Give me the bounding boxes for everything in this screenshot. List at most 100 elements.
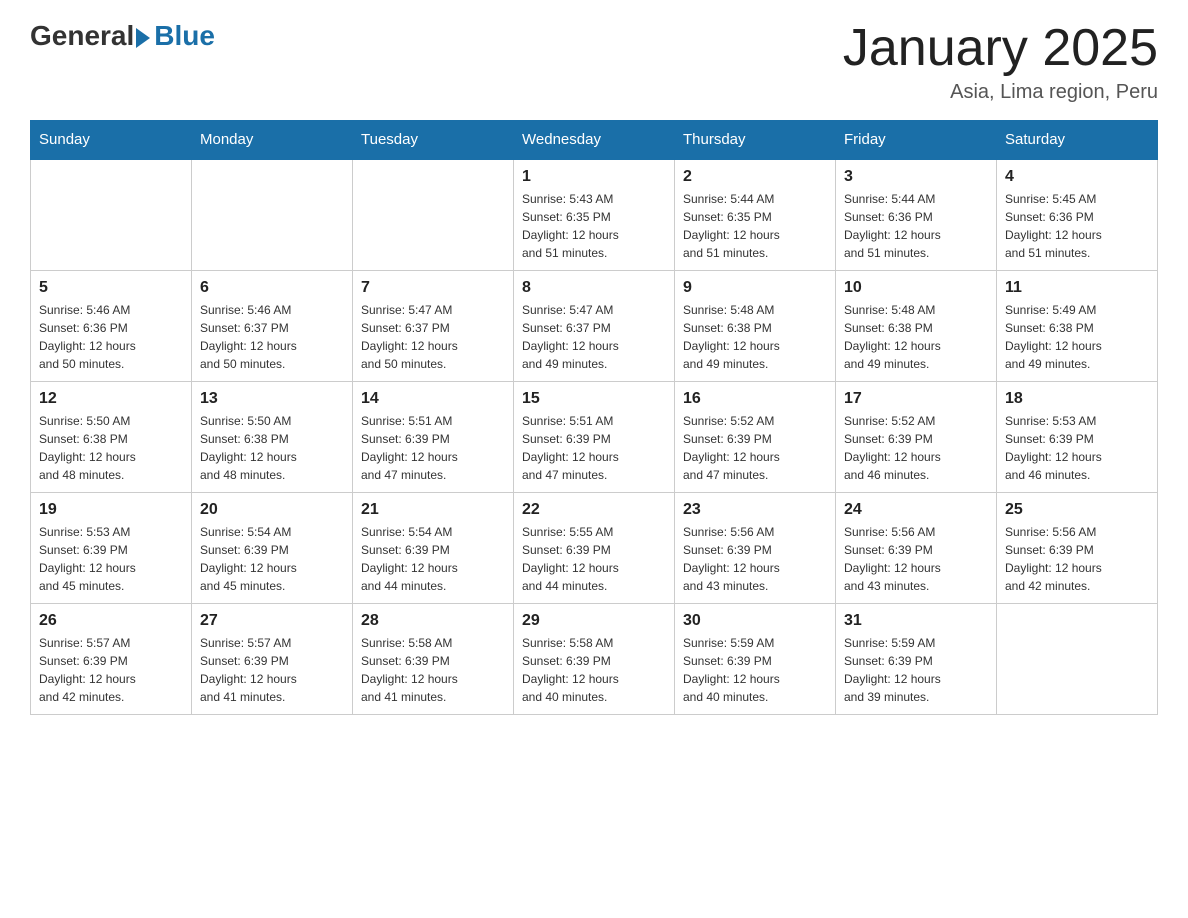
day-number: 9 [683,279,827,297]
week-row-3: 12Sunrise: 5:50 AM Sunset: 6:38 PM Dayli… [31,382,1158,493]
day-number: 23 [683,501,827,519]
day-number: 1 [522,168,666,186]
day-info: Sunrise: 5:47 AM Sunset: 6:37 PM Dayligh… [522,301,666,373]
day-info: Sunrise: 5:44 AM Sunset: 6:35 PM Dayligh… [683,190,827,262]
day-info: Sunrise: 5:44 AM Sunset: 6:36 PM Dayligh… [844,190,988,262]
day-info: Sunrise: 5:48 AM Sunset: 6:38 PM Dayligh… [844,301,988,373]
day-number: 19 [39,501,183,519]
day-cell: 8 Sunrise: 5:47 AM Sunset: 6:37 PM Daylig… [514,271,675,382]
day-number: 8 [522,279,666,297]
day-info: Sunrise: 5:55 AM Sunset: 6:39 PM Dayligh… [522,523,666,595]
header-day-friday: Friday [836,121,997,160]
day-info: Sunrise: 5:52 AM Sunset: 6:39 PM Dayligh… [844,412,988,484]
day-cell: 21 Sunrise: 5:54 AM Sunset: 6:39 PM Dayli… [353,493,514,604]
day-cell: 2 Sunrise: 5:44 AM Sunset: 6:35 PM Daylig… [675,159,836,271]
day-info: Sunrise: 5:48 AM Sunset: 6:38 PM Dayligh… [683,301,827,373]
header-day-tuesday: Tuesday [353,121,514,160]
day-number: 28 [361,612,505,630]
day-cell: 15Sunrise: 5:51 AM Sunset: 6:39 PM Dayli… [514,382,675,493]
day-cell: 29 Sunrise: 5:58 AM Sunset: 6:39 PM Dayli… [514,604,675,715]
day-cell: 10 Sunrise: 5:48 AM Sunset: 6:38 PM Dayli… [836,271,997,382]
day-number: 7 [361,279,505,297]
day-info: Sunrise: 5:54 AM Sunset: 6:39 PM Dayligh… [200,523,344,595]
day-cell [192,159,353,271]
day-cell: 31Sunrise: 5:59 AM Sunset: 6:39 PM Dayli… [836,604,997,715]
day-cell [31,159,192,271]
calendar-table: SundayMondayTuesdayWednesdayThursdayFrid… [30,120,1158,715]
day-info: Sunrise: 5:58 AM Sunset: 6:39 PM Dayligh… [361,634,505,706]
day-info: Sunrise: 5:57 AM Sunset: 6:39 PM Dayligh… [39,634,183,706]
day-cell: 11Sunrise: 5:49 AM Sunset: 6:38 PM Dayli… [997,271,1158,382]
day-info: Sunrise: 5:50 AM Sunset: 6:38 PM Dayligh… [200,412,344,484]
day-cell: 19 Sunrise: 5:53 AM Sunset: 6:39 PM Dayli… [31,493,192,604]
day-cell [353,159,514,271]
logo-text: General Blue [30,20,215,52]
day-number: 15 [522,390,666,408]
day-info: Sunrise: 5:59 AM Sunset: 6:39 PM Dayligh… [683,634,827,706]
day-number: 24 [844,501,988,519]
day-cell: 14Sunrise: 5:51 AM Sunset: 6:39 PM Dayli… [353,382,514,493]
day-info: Sunrise: 5:50 AM Sunset: 6:38 PM Dayligh… [39,412,183,484]
day-number: 25 [1005,501,1149,519]
day-cell: 7 Sunrise: 5:47 AM Sunset: 6:37 PM Daylig… [353,271,514,382]
logo: General Blue [30,20,215,52]
logo-arrow-icon [136,28,150,48]
week-row-5: 26 Sunrise: 5:57 AM Sunset: 6:39 PM Dayli… [31,604,1158,715]
day-number: 10 [844,279,988,297]
day-info: Sunrise: 5:47 AM Sunset: 6:37 PM Dayligh… [361,301,505,373]
title-area: January 2025 Asia, Lima region, Peru [843,20,1158,104]
day-info: Sunrise: 5:54 AM Sunset: 6:39 PM Dayligh… [361,523,505,595]
day-info: Sunrise: 5:46 AM Sunset: 6:36 PM Dayligh… [39,301,183,373]
day-info: Sunrise: 5:43 AM Sunset: 6:35 PM Dayligh… [522,190,666,262]
day-number: 22 [522,501,666,519]
day-number: 2 [683,168,827,186]
header-day-sunday: Sunday [31,121,192,160]
day-number: 21 [361,501,505,519]
day-cell: 5Sunrise: 5:46 AM Sunset: 6:36 PM Daylig… [31,271,192,382]
day-number: 13 [200,390,344,408]
day-cell: 22 Sunrise: 5:55 AM Sunset: 6:39 PM Dayli… [514,493,675,604]
day-cell: 23Sunrise: 5:56 AM Sunset: 6:39 PM Dayli… [675,493,836,604]
header-row: SundayMondayTuesdayWednesdayThursdayFrid… [31,121,1158,160]
day-number: 20 [200,501,344,519]
day-info: Sunrise: 5:56 AM Sunset: 6:39 PM Dayligh… [844,523,988,595]
day-number: 26 [39,612,183,630]
day-info: Sunrise: 5:46 AM Sunset: 6:37 PM Dayligh… [200,301,344,373]
day-number: 30 [683,612,827,630]
day-number: 14 [361,390,505,408]
day-cell: 3 Sunrise: 5:44 AM Sunset: 6:36 PM Daylig… [836,159,997,271]
day-info: Sunrise: 5:52 AM Sunset: 6:39 PM Dayligh… [683,412,827,484]
day-cell: 25 Sunrise: 5:56 AM Sunset: 6:39 PM Dayli… [997,493,1158,604]
day-cell: 16 Sunrise: 5:52 AM Sunset: 6:39 PM Dayli… [675,382,836,493]
logo-general-text: General [30,20,134,52]
header: General Blue January 2025 Asia, Lima reg… [30,20,1158,104]
day-cell: 24 Sunrise: 5:56 AM Sunset: 6:39 PM Dayli… [836,493,997,604]
header-day-saturday: Saturday [997,121,1158,160]
day-number: 17 [844,390,988,408]
day-info: Sunrise: 5:57 AM Sunset: 6:39 PM Dayligh… [200,634,344,706]
day-cell [997,604,1158,715]
day-cell: 20 Sunrise: 5:54 AM Sunset: 6:39 PM Dayli… [192,493,353,604]
day-number: 27 [200,612,344,630]
day-cell: 18 Sunrise: 5:53 AM Sunset: 6:39 PM Dayli… [997,382,1158,493]
day-number: 3 [844,168,988,186]
day-number: 6 [200,279,344,297]
header-day-wednesday: Wednesday [514,121,675,160]
day-cell: 17 Sunrise: 5:52 AM Sunset: 6:39 PM Dayli… [836,382,997,493]
day-cell: 4Sunrise: 5:45 AM Sunset: 6:36 PM Daylig… [997,159,1158,271]
logo-blue-text: Blue [154,20,215,52]
day-cell: 28 Sunrise: 5:58 AM Sunset: 6:39 PM Dayli… [353,604,514,715]
day-number: 16 [683,390,827,408]
day-info: Sunrise: 5:56 AM Sunset: 6:39 PM Dayligh… [1005,523,1149,595]
day-number: 29 [522,612,666,630]
day-info: Sunrise: 5:59 AM Sunset: 6:39 PM Dayligh… [844,634,988,706]
day-info: Sunrise: 5:53 AM Sunset: 6:39 PM Dayligh… [39,523,183,595]
day-info: Sunrise: 5:45 AM Sunset: 6:36 PM Dayligh… [1005,190,1149,262]
month-title: January 2025 [843,20,1158,77]
day-info: Sunrise: 5:58 AM Sunset: 6:39 PM Dayligh… [522,634,666,706]
day-cell: 30 Sunrise: 5:59 AM Sunset: 6:39 PM Dayli… [675,604,836,715]
day-number: 18 [1005,390,1149,408]
day-cell: 9 Sunrise: 5:48 AM Sunset: 6:38 PM Daylig… [675,271,836,382]
day-info: Sunrise: 5:49 AM Sunset: 6:38 PM Dayligh… [1005,301,1149,373]
day-info: Sunrise: 5:53 AM Sunset: 6:39 PM Dayligh… [1005,412,1149,484]
